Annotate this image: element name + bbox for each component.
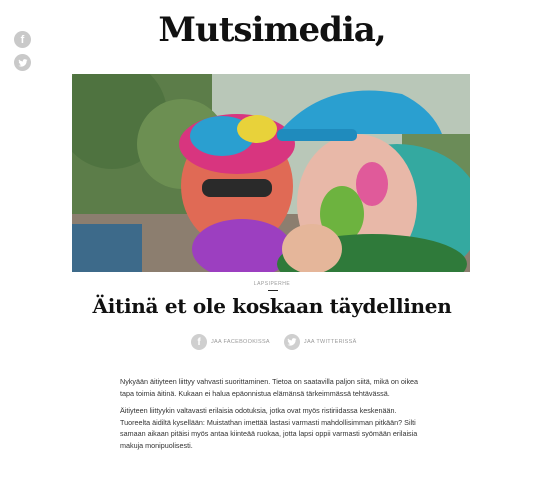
share-row: f JAA FACEBOOKISSA JAA TWITTERISSÄ [191, 334, 357, 350]
facebook-icon: f [191, 334, 207, 350]
share-facebook-button[interactable]: f JAA FACEBOOKISSA [191, 334, 270, 350]
article-body: Nykyään äitiyteen liittyy vahvasti suori… [120, 376, 424, 458]
twitter-icon[interactable] [14, 54, 31, 71]
article-paragraph: Äitiyteen liittyykin valtavasti erilaisi… [120, 406, 418, 450]
share-facebook-label: JAA FACEBOOKISSA [211, 339, 270, 345]
share-twitter-button[interactable]: JAA TWITTERISSÄ [283, 334, 357, 350]
article-kicker[interactable]: Lapsiperhe [0, 281, 544, 287]
article-title: Äitinä et ole koskaan täydellinen [92, 294, 452, 318]
share-twitter-label: JAA TWITTERISSÄ [303, 339, 357, 345]
site-logo[interactable]: Mutsimedia, [0, 10, 544, 50]
divider [268, 290, 278, 291]
twitter-icon [283, 334, 300, 350]
article-paragraph: Nykyään äitiyteen liittyy vahvasti suori… [120, 377, 419, 398]
hero-image [72, 74, 470, 272]
hero-photo [72, 74, 470, 272]
